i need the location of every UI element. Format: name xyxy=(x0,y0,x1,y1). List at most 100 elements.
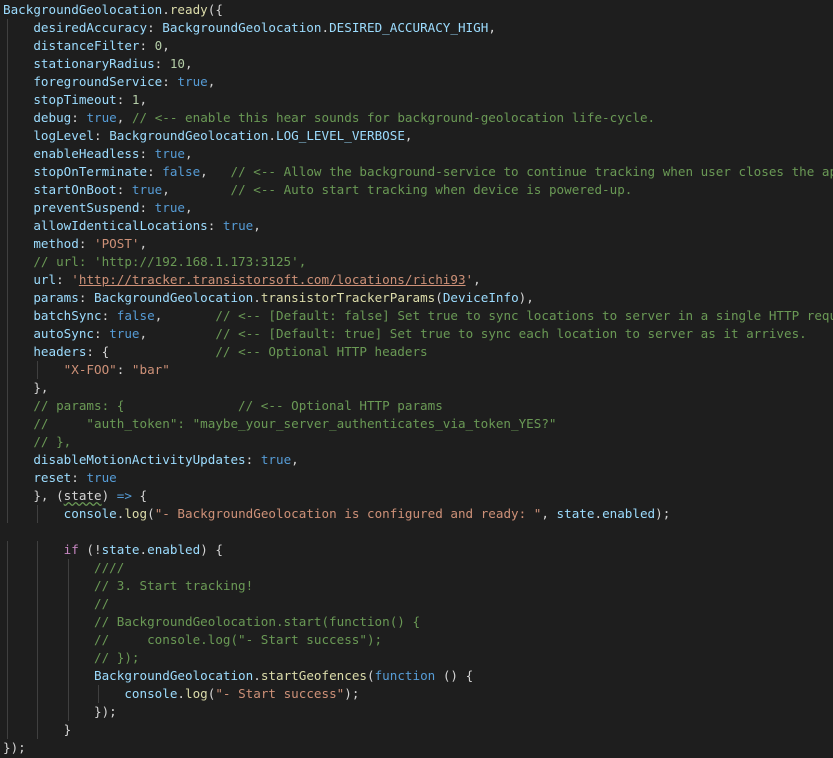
code-token: true xyxy=(222,218,254,233)
indent-guide xyxy=(7,361,8,379)
code-line: // params: { // <-- Optional HTTP params xyxy=(3,397,833,415)
code-token: 10 xyxy=(169,56,186,71)
code-token: , xyxy=(116,110,132,125)
code-editor[interactable]: BackgroundGeolocation.ready({ desiredAcc… xyxy=(0,0,833,758)
code-token: http://tracker.transistorsoft.com/locati… xyxy=(78,272,466,287)
indent-guide xyxy=(7,73,8,91)
code-token: : xyxy=(116,362,132,377)
code-token: , xyxy=(185,200,193,215)
code-token: : xyxy=(139,200,155,215)
code-token: autoSync xyxy=(33,326,95,341)
indent-guide xyxy=(67,577,69,595)
code-token: : xyxy=(162,74,178,89)
code-token: // <-- [Default: true] Set true to sync … xyxy=(215,326,807,341)
code-token: (! xyxy=(78,542,102,557)
code-token: BackgroundGeolocation xyxy=(94,668,254,683)
indent-guide xyxy=(37,631,39,649)
indent-guide xyxy=(7,199,8,217)
code-token: , xyxy=(404,128,413,143)
code-token: ), xyxy=(518,290,534,305)
indent-guide xyxy=(7,685,8,703)
indent-guide xyxy=(67,559,69,577)
code-token: ) xyxy=(101,488,117,503)
code-token: , xyxy=(200,164,231,179)
indent-guide xyxy=(7,127,8,145)
code-token: , xyxy=(488,20,496,35)
code-token: stationaryRadius xyxy=(33,56,155,71)
indent-guide xyxy=(7,613,8,631)
code-token: : { xyxy=(86,344,216,359)
code-token: url xyxy=(33,272,57,287)
code-token: : xyxy=(207,218,223,233)
code-token: true xyxy=(154,146,186,161)
indent-guide xyxy=(7,163,8,181)
code-token: , xyxy=(185,56,193,71)
code-line: autoSync: true, // <-- [Default: true] S… xyxy=(3,325,833,343)
code-token: }); xyxy=(3,704,117,719)
code-token: // BackgroundGeolocation.start(function(… xyxy=(94,614,421,629)
code-line: method: 'POST', xyxy=(3,235,833,253)
code-token: false xyxy=(116,308,155,323)
indent-guide xyxy=(67,667,69,685)
code-token: startOnBoot xyxy=(33,182,117,197)
code-token: 1 xyxy=(131,92,140,107)
code-token: . xyxy=(253,290,261,305)
code-token: startGeofences xyxy=(260,668,367,683)
code-token: enabled xyxy=(147,542,201,557)
indent-guide xyxy=(37,361,39,379)
indent-guide xyxy=(7,667,8,685)
code-line: // 3. Start tracking! xyxy=(3,577,833,595)
code-token: true xyxy=(131,182,163,197)
code-line: }); xyxy=(3,739,833,757)
code-token: console xyxy=(63,506,117,521)
code-line: //// xyxy=(3,559,833,577)
code-token: }, ( xyxy=(3,488,64,503)
code-token: "bar" xyxy=(131,362,170,377)
code-line: }); xyxy=(3,703,833,721)
indent-guide xyxy=(7,397,8,415)
indent-guide xyxy=(7,145,8,163)
code-token: true xyxy=(86,470,117,485)
code-token: ( xyxy=(147,506,155,521)
code-token: console xyxy=(124,686,178,701)
indent-guide xyxy=(98,685,100,703)
code-token: function xyxy=(374,668,436,683)
code-token: , xyxy=(185,146,193,161)
code-token: { xyxy=(131,488,148,503)
code-token: true xyxy=(177,74,208,89)
indent-guide xyxy=(7,271,8,289)
code-token: // }, xyxy=(33,434,72,449)
code-line: url: 'http://tracker.transistorsoft.com/… xyxy=(3,271,833,289)
code-token: DESIRED_ACCURACY_HIGH xyxy=(329,20,489,35)
code-token: log xyxy=(124,506,148,521)
code-token: . xyxy=(139,542,148,557)
code-token: // "auth_token": "maybe_your_server_auth… xyxy=(33,416,557,431)
code-token: , xyxy=(253,218,261,233)
code-line: console. log("- BackgroundGeolocation is … xyxy=(3,505,833,523)
code-token: BackgroundGeolocation xyxy=(3,2,163,17)
code-token: true xyxy=(154,200,186,215)
indent-guide xyxy=(37,721,39,739)
code-line: stationaryRadius: 10, xyxy=(3,55,833,73)
indent-guide xyxy=(37,505,39,523)
code-token: : xyxy=(56,272,72,287)
code-token: , xyxy=(162,182,231,197)
indent-guide xyxy=(7,559,8,577)
code-line: distanceFilter: 0, xyxy=(3,37,833,55)
code-token: LOG_LEVEL_VERBOSE xyxy=(276,128,405,143)
code-token: foregroundService xyxy=(33,74,163,89)
indent-guide xyxy=(7,469,8,487)
code-line: foregroundService: true, xyxy=(3,73,833,91)
code-line: if (!state.enabled) { xyxy=(3,541,833,559)
code-token: log xyxy=(185,686,208,701)
indent-guide xyxy=(37,667,39,685)
code-line: // BackgroundGeolocation.start(function(… xyxy=(3,613,833,631)
indent-guide xyxy=(7,91,8,109)
code-token: debug xyxy=(33,110,72,125)
code-line: console.log("- Start success"); xyxy=(3,685,833,703)
